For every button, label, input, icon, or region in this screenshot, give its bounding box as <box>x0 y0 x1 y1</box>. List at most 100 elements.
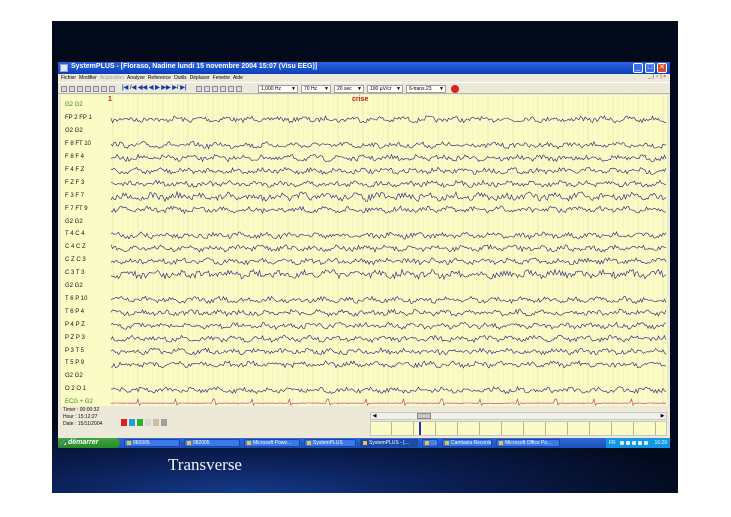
marker-tool-icon[interactable] <box>220 86 226 92</box>
montage-tool-icon[interactable] <box>196 86 202 92</box>
title-bar[interactable]: SystemPLUS - [Floraso, Nadine lundi 15 n… <box>58 62 670 74</box>
menu-item-acquisition[interactable]: Acquisition <box>100 74 124 82</box>
event-marker-number[interactable]: 1 <box>108 96 112 103</box>
channel-label[interactable]: T 6 P 4 <box>65 309 84 316</box>
channel-label[interactable]: C 4 C Z <box>65 244 86 251</box>
channel-label[interactable]: F 7 FT 9 <box>65 206 88 213</box>
channel-label[interactable]: T 4 C 4 <box>65 231 85 238</box>
menu-item-outils[interactable]: Outils <box>174 74 187 82</box>
montage-select[interactable]: 6-trans.23 ▼ <box>406 85 446 93</box>
zoom-icon[interactable] <box>109 86 115 92</box>
chevron-down-icon: ▼ <box>439 86 444 92</box>
tray-language[interactable]: FR <box>609 438 616 448</box>
menu-item-d-placer[interactable]: Déplacer <box>190 74 210 82</box>
tray-volume-icon[interactable] <box>626 441 630 445</box>
mdi-window-controls[interactable]: _ | ♂ | × <box>648 74 666 80</box>
channel-label[interactable]: F 8 F 4 <box>65 154 84 161</box>
tray-update-icon[interactable] <box>644 441 648 445</box>
channel-label[interactable]: P Z P 3 <box>65 335 85 342</box>
menu-item-fenetre[interactable]: Fenetre <box>213 74 230 82</box>
channel-label[interactable]: G2 G2 <box>65 373 83 380</box>
taskbar-button[interactable]: Microsoft Office Po... <box>496 439 560 447</box>
menu-item-aide[interactable]: Aide <box>233 74 243 82</box>
red-flag-icon[interactable] <box>121 419 127 426</box>
overview-tick <box>633 422 634 435</box>
window-title: SystemPLUS - [Floraso, Nadine lundi 15 n… <box>71 63 318 70</box>
save-icon[interactable] <box>69 86 75 92</box>
channel-label[interactable]: ECG + G2 <box>65 399 93 406</box>
stop-icon[interactable] <box>451 85 459 93</box>
measure-tool-icon[interactable] <box>228 86 234 92</box>
channel-label[interactable]: C Z C 3 <box>65 257 86 264</box>
overview-tick <box>501 422 502 435</box>
channel-label[interactable]: G2 G2 <box>65 128 83 135</box>
taskbar-button[interactable]: SystemPLUS <box>304 439 356 447</box>
channel-label[interactable]: P 3 T 5 <box>65 348 84 355</box>
channel-label[interactable]: F 3 F 7 <box>65 193 84 200</box>
scroll-thumb[interactable] <box>417 413 431 419</box>
video-tool-icon[interactable] <box>236 86 242 92</box>
scroll-left-arrow-icon[interactable]: ◀ <box>371 413 378 419</box>
taskbar-button[interactable]: SystemPLUS - [... <box>360 439 418 447</box>
channel-label[interactable]: T 5 P 9 <box>65 360 84 367</box>
taskbar-button-label: SystemPLUS - [... <box>369 440 409 446</box>
timebase-select[interactable]: 20 sec ▼ <box>334 85 364 93</box>
time-scrollbar[interactable]: ◀ ▶ <box>370 412 667 420</box>
minimize-button[interactable]: _ <box>633 63 643 73</box>
timer-readout: Timer : 00:00:32 <box>63 407 100 413</box>
channel-label[interactable]: F Z F 3 <box>65 180 84 187</box>
taskbar-button[interactable]: 082005 <box>184 439 240 447</box>
channel-label[interactable]: G2 G2 <box>65 283 83 290</box>
channel-label[interactable]: P 4 P Z <box>65 322 85 329</box>
maximize-button[interactable]: □ <box>645 63 655 73</box>
start-button[interactable]: démarrer <box>58 438 120 448</box>
taskbar-button[interactable]: Cam <box>422 439 438 447</box>
playback-navigation-icons[interactable]: |◀ /◀ ◀◀ ◀ ▶ ▶▶ ▶/ ▶| <box>122 85 187 92</box>
channel-label[interactable]: O 2 O 1 <box>65 386 86 393</box>
taskbar-button[interactable]: Camtasia Recorder <box>442 439 492 447</box>
menu-item-reference[interactable]: Reference <box>148 74 171 82</box>
note-flag-icon[interactable] <box>153 419 159 426</box>
channel-label[interactable]: G2 G2 <box>65 219 83 226</box>
scroll-right-arrow-icon[interactable]: ▶ <box>659 413 666 419</box>
chevron-down-icon: ▼ <box>396 86 401 92</box>
filter-tool-icon[interactable] <box>212 86 218 92</box>
eeg-traces <box>110 95 667 406</box>
menu-item-modifier[interactable]: Modifier <box>79 74 97 82</box>
tray-camtasia-icon[interactable] <box>638 441 642 445</box>
tray-security-icon[interactable] <box>632 441 636 445</box>
channel-label[interactable]: C 3 T 3 <box>65 270 84 277</box>
menu-item-fichier[interactable]: Fichier <box>61 74 76 82</box>
green-flag-icon[interactable] <box>137 419 143 426</box>
high-filter-select[interactable]: 1,000 Hz ▼ <box>258 85 298 93</box>
task-app-icon <box>187 441 191 445</box>
cut-icon[interactable] <box>85 86 91 92</box>
channel-label[interactable]: F 8 FT 10 <box>65 141 91 148</box>
event-marker-label[interactable]: crise <box>352 96 368 103</box>
menu-item-analyse[interactable]: Analyse <box>127 74 145 82</box>
blue-flag-icon[interactable] <box>129 419 135 426</box>
channel-label[interactable]: G2 G2 <box>65 102 83 109</box>
taskbar-button-label: Cam <box>431 440 438 446</box>
copy-icon[interactable] <box>93 86 99 92</box>
grey-flag-icon[interactable] <box>145 419 151 426</box>
low-filter-select[interactable]: 70 Hz ▼ <box>301 85 331 93</box>
eeg-trace-panel[interactable]: 1 crise G2 G2 FP 2 FP 1 G2 G2 F 8 FT 10 F 8 … <box>61 95 667 406</box>
trash-icon[interactable] <box>161 419 167 426</box>
recording-overview-strip[interactable] <box>370 421 667 436</box>
paste-icon[interactable] <box>101 86 107 92</box>
taskbar-button[interactable]: Microsoft Powe... <box>244 439 300 447</box>
close-button[interactable]: ✕ <box>657 63 667 73</box>
channel-label[interactable]: F 4 F Z <box>65 167 84 174</box>
print-icon[interactable] <box>77 86 83 92</box>
sensitivity-select[interactable]: 100 µV/cr ▼ <box>367 85 403 93</box>
gain-tool-icon[interactable] <box>204 86 210 92</box>
task-app-icon <box>363 441 367 445</box>
open-file-icon[interactable] <box>61 86 67 92</box>
taskbar-button-label: Microsoft Powe... <box>253 440 292 446</box>
task-app-icon <box>425 441 429 445</box>
taskbar-button[interactable]: 082005 <box>124 439 180 447</box>
tray-network-icon[interactable] <box>620 441 624 445</box>
channel-label[interactable]: T 6 P 10 <box>65 296 87 303</box>
channel-label[interactable]: FP 2 FP 1 <box>65 115 92 122</box>
